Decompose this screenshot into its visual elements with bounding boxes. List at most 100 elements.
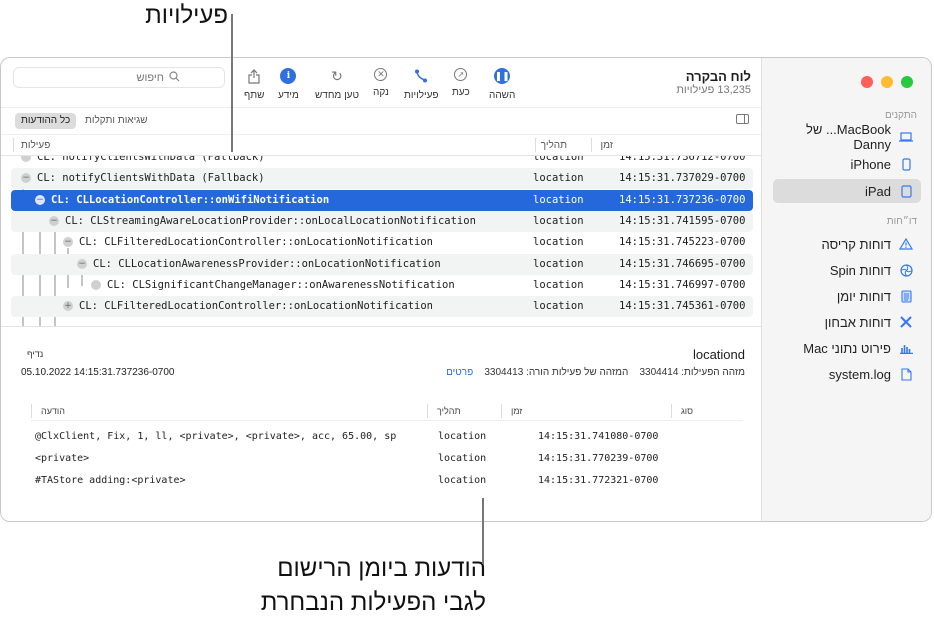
sidebar-toggle-icon[interactable]	[736, 114, 749, 124]
column-message[interactable]: הודעה	[41, 406, 65, 416]
parent-id: 3304413	[484, 367, 524, 378]
reload-label: טען מחדש	[315, 90, 360, 101]
activity-time: 14:15:31.746695-0700	[619, 257, 746, 270]
activity-row[interactable]: − CL: CLStreamingAwareLocationProvider::o…	[11, 210, 753, 232]
activity-name: CL: CLFilteredLocationController::onLoca…	[79, 236, 434, 249]
collapse-icon[interactable]: −	[35, 194, 45, 205]
window-title: לוח הבקרה	[685, 69, 751, 84]
column-separator	[535, 138, 536, 152]
activity-id-label: מזהה הפעילות:	[681, 367, 745, 378]
sidebar-item-label: דוחות Spin	[829, 262, 891, 278]
details-link[interactable]: פרטים	[446, 367, 473, 378]
activity-process: location	[533, 236, 584, 249]
sidebar-item-report-2[interactable]: דוחות יומן	[773, 284, 921, 308]
expand-icon[interactable]: +	[63, 301, 73, 312]
now-label: כעת	[452, 87, 470, 98]
sidebar-item-label: פירוט נתוני Mac	[803, 340, 891, 356]
pause-button[interactable]: ❚❚ השהה	[489, 68, 515, 101]
activity-row[interactable]: − CL: CLLocationAwarenessProvider::onLoca…	[11, 253, 753, 275]
column-activity[interactable]: פעילות	[21, 140, 50, 151]
activity-row[interactable]: − CL: notifyClientsWithData (Fallback) loc…	[11, 168, 753, 190]
activity-time: 14:15:31.745361-0700	[619, 300, 746, 313]
activities-label: פעילויות	[404, 90, 439, 101]
errors-faults-filter[interactable]: שגיאות ותקלות	[79, 113, 154, 129]
info-icon: i	[280, 68, 297, 84]
activity-row[interactable]: − CL: CLLocationController::onWifiNotific…	[11, 189, 753, 211]
column-separator	[31, 404, 32, 418]
message-text: #TAStore adding:<private>	[35, 475, 186, 486]
activities-button[interactable]: פעילויות	[404, 68, 439, 101]
callout-pointer-line	[231, 14, 233, 152]
activity-process: location	[533, 214, 584, 227]
clear-label: נקה	[373, 87, 389, 98]
activity-name: CL: CLFilteredLocationController::onLoca…	[79, 300, 434, 313]
column-type[interactable]: סוג	[681, 406, 693, 416]
clear-button[interactable]: ✕ נקה	[373, 68, 389, 98]
column-time[interactable]: זמן	[601, 140, 614, 151]
activity-list[interactable]: CL: notifyClientsWithData (Fallback) loca…	[1, 156, 763, 326]
sidebar-item-report-4[interactable]: פירוט נתוני Mac	[773, 336, 921, 360]
search-field[interactable]	[13, 67, 225, 88]
window-controls	[861, 76, 913, 88]
search-input[interactable]	[14, 71, 164, 84]
sidebar-item-report-5[interactable]: system.log	[773, 362, 921, 386]
activity-time: 14:15:31.746997-0700	[619, 278, 746, 291]
callout-line-1: הודעות ביומן הרישום	[277, 555, 486, 582]
collapse-icon[interactable]: −	[21, 173, 31, 184]
all-messages-filter[interactable]: כל ההודעות	[15, 113, 77, 129]
sidebar-item-device-2[interactable]: iPad	[773, 179, 921, 203]
sidebar-item-device-0[interactable]: MacBook... של Danny	[773, 122, 921, 152]
sidebar-item-report-3[interactable]: דוחות אבחון	[773, 310, 921, 334]
collapse-icon[interactable]: −	[77, 258, 87, 269]
activity-timestamp: 05.10.2022 14:15:31.737236-0700	[21, 367, 175, 378]
diagnostic-tools-icon	[899, 315, 913, 329]
column-process[interactable]: תהליך	[541, 140, 567, 151]
sidebar-item-device-1[interactable]: iPhone	[773, 152, 921, 176]
activity-row[interactable]: CL: CLSignificantChangeManager::onAwaren…	[11, 275, 753, 296]
message-text: <private>	[35, 453, 90, 464]
info-label: מידע	[278, 90, 299, 101]
message-time: 14:15:31.772321-0700	[538, 475, 659, 486]
pause-icon: ❚❚	[494, 68, 511, 84]
sidebar: התקנים MacBook... של Danny iPhone iPad דו״…	[761, 58, 931, 521]
share-label: שתף	[244, 90, 265, 101]
activity-row[interactable]: − CL: CLFilteredLocationController::onLoc…	[11, 232, 753, 253]
collapse-icon[interactable]: −	[49, 215, 59, 226]
activity-name: CL: CLLocationAwarenessProvider::onLocat…	[93, 257, 441, 270]
bar-chart-icon	[899, 341, 913, 355]
activity-name: CL: CLSignificantChangeManager::onAwaren…	[107, 278, 455, 291]
log-report-icon	[899, 289, 913, 303]
reload-icon: ↻	[331, 67, 343, 84]
sidebar-item-report-1[interactable]: דוחות Spin	[773, 258, 921, 282]
sidebar-item-label: iPad	[864, 183, 891, 199]
leaf-node-icon	[91, 279, 101, 290]
activity-row[interactable]: CL: notifyClientsWithData (Fallback) loca…	[11, 156, 753, 168]
activity-time: 14:15:31.741595-0700	[619, 214, 746, 227]
spin-icon	[899, 263, 913, 277]
collapse-icon[interactable]: −	[63, 237, 73, 248]
share-button[interactable]: שתף	[244, 68, 264, 101]
reload-button[interactable]: ↻ טען מחדש	[315, 67, 360, 102]
sidebar-item-label: דוחות אבחון	[824, 314, 891, 330]
activity-row[interactable]: + CL: CLFilteredLocationController::onLoc…	[11, 296, 753, 318]
activity-process: location	[533, 156, 584, 163]
clear-icon: ✕	[374, 68, 388, 81]
column-separator	[591, 138, 592, 152]
callout-activities: פעילויות	[145, 2, 228, 29]
column-time[interactable]: זמן	[511, 406, 522, 416]
activity-time: 14:15:31.745223-0700	[619, 236, 746, 249]
zoom-button[interactable]	[901, 76, 913, 88]
info-button[interactable]: i מידע	[278, 68, 299, 101]
activity-count: 13,235 פעילויות	[676, 84, 751, 96]
sidebar-item-report-0[interactable]: דוחות קריסה	[773, 232, 921, 256]
devices-section-label: התקנים	[884, 110, 917, 121]
activities-icon	[413, 68, 429, 84]
sidebar-item-label: system.log	[828, 366, 891, 382]
search-icon	[169, 70, 180, 85]
column-process[interactable]: תהליך	[437, 406, 461, 416]
message-process: location	[438, 431, 487, 442]
minimize-button[interactable]	[881, 76, 893, 88]
close-button[interactable]	[861, 76, 873, 88]
callout-pointer-line	[482, 498, 484, 564]
now-button[interactable]: ↗ כעת	[452, 68, 470, 98]
